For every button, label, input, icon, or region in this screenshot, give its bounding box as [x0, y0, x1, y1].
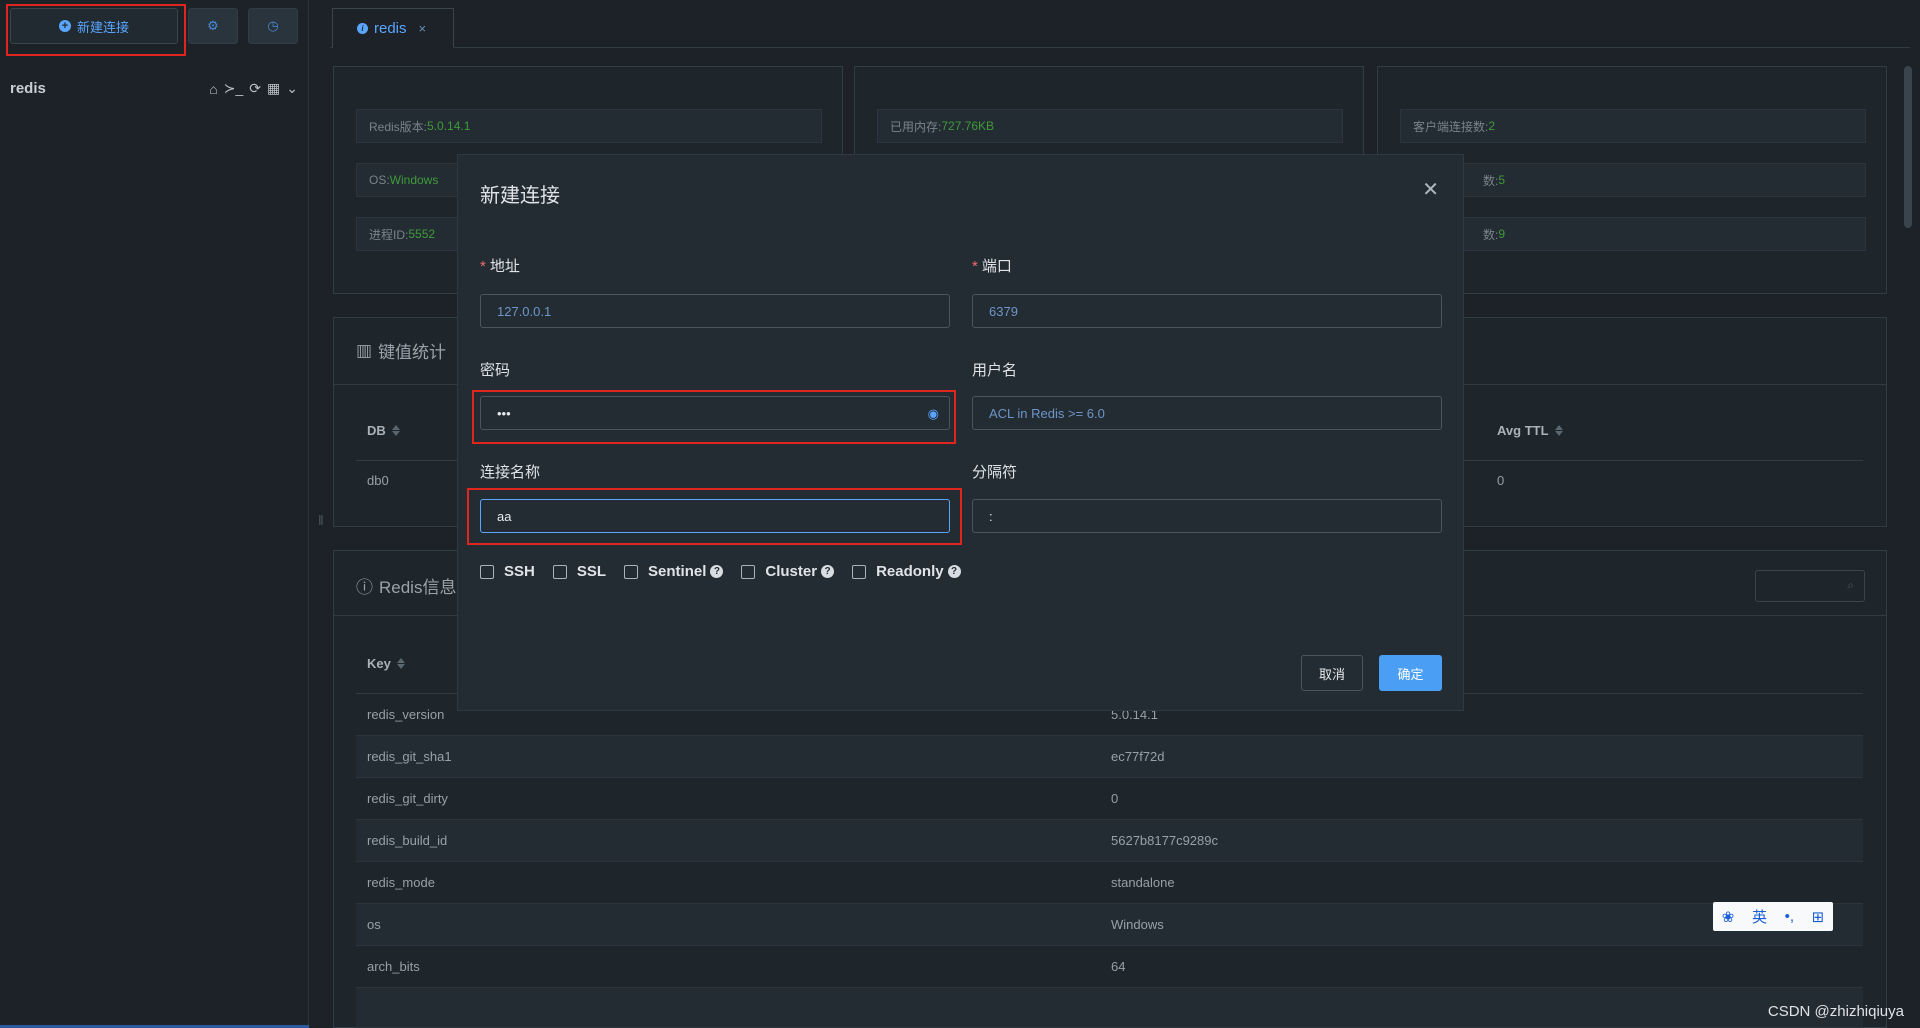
info-stat-3: 数: 9 — [1400, 217, 1866, 251]
scrollbar[interactable] — [1904, 66, 1912, 228]
help-icon[interactable]: ? — [710, 565, 724, 578]
address-label: * 地址 — [480, 258, 520, 275]
tab-bar: i redis × — [330, 8, 1910, 48]
table-row: redis_git_sha1 ec77f72d — [356, 736, 1863, 778]
table-row: redis_git_dirty 0 — [356, 778, 1863, 820]
username-input[interactable]: ACL in Redis >= 6.0 — [972, 396, 1442, 430]
tab-redis[interactable]: i redis × — [332, 8, 454, 48]
row-db: db0 — [367, 473, 389, 488]
info-icon: i — [357, 22, 368, 34]
address-input[interactable]: 127.0.0.1 — [480, 294, 950, 328]
settings-button[interactable]: ⚙ — [188, 8, 238, 44]
watermark: CSDN @zhizhiqiuya — [1767, 1003, 1904, 1020]
table-row — [356, 988, 1863, 1028]
terminal-icon[interactable]: ≻_ — [224, 80, 244, 97]
info-stat-2: 数: 5 — [1400, 163, 1866, 197]
checkbox-cluster[interactable]: Cluster? — [741, 563, 835, 580]
options-checkboxes: SSH SSL Sentinel? Cluster? Readonly? — [480, 563, 961, 580]
grid-icon[interactable]: ⊞ — [1812, 908, 1825, 926]
highlight-frame — [467, 488, 962, 545]
grid-icon[interactable]: ▦ — [267, 80, 280, 97]
ok-button[interactable]: 确定 — [1379, 655, 1442, 691]
punctuation-icon[interactable]: •, — [1785, 908, 1794, 925]
tab-label: redis — [374, 19, 407, 37]
resize-handle[interactable]: ‖ — [318, 512, 324, 528]
info-redis-version: Redis版本: 5.0.14.1 — [356, 109, 822, 143]
close-icon[interactable]: ✕ — [1422, 177, 1439, 202]
new-connection-dialog: 新建连接 ✕ * 地址 127.0.0.1 * 端口 6379 密码 ••• ◉ 用… — [457, 154, 1464, 711]
port-label: * 端口 — [972, 258, 1012, 275]
highlight-frame — [472, 390, 956, 444]
redis-info-title: ⓘ Redis信息 — [356, 573, 456, 598]
info-clients: 客户端连接数: 2 — [1400, 109, 1866, 143]
connection-name: redis — [10, 80, 46, 97]
ime-logo-icon[interactable]: ❀ — [1722, 908, 1735, 926]
table-row: redis_build_id 5627b8177c9289c — [356, 820, 1863, 862]
cancel-button[interactable]: 取消 — [1301, 655, 1363, 691]
conn-name-label: 连接名称 — [480, 464, 541, 481]
checkbox-sentinel[interactable]: Sentinel? — [624, 563, 724, 580]
password-label: 密码 — [480, 362, 511, 379]
col-key[interactable]: Key — [367, 656, 405, 671]
clock-icon: ◷ — [267, 18, 279, 33]
help-icon[interactable]: ? — [947, 565, 961, 578]
gear-icon: ⚙ — [207, 18, 219, 33]
checkbox-ssh[interactable]: SSH — [480, 563, 535, 580]
highlight-frame — [6, 4, 186, 56]
table-row: arch_bits 64 — [356, 946, 1863, 988]
sidebar: + 新建连接 ⚙ ◷ redis ⌂ ≻_ ⟳ ▦ ⌄ — [0, 0, 309, 1028]
bar-chart-icon: ▥ — [356, 340, 373, 360]
row-avg-ttl: 0 — [1497, 473, 1505, 488]
separator-label: 分隔符 — [972, 464, 1018, 481]
connection-item[interactable]: redis ⌂ ≻_ ⟳ ▦ ⌄ — [10, 80, 298, 97]
separator-input[interactable]: : — [972, 499, 1442, 533]
search-icon: ⌕ — [1847, 578, 1854, 592]
info-used-memory: 已用内存: 727.76KB — [877, 109, 1343, 143]
username-label: 用户名 — [972, 362, 1018, 379]
home-icon[interactable]: ⌂ — [209, 81, 217, 97]
dialog-title: 新建连接 — [480, 185, 560, 207]
history-button[interactable]: ◷ — [248, 8, 298, 44]
ime-toolbar[interactable]: ❀ 英 •, ⊞ — [1713, 902, 1833, 931]
port-input[interactable]: 6379 — [972, 294, 1442, 328]
checkbox-ssl[interactable]: SSL — [552, 563, 606, 580]
chevron-down-icon[interactable]: ⌄ — [286, 80, 298, 97]
help-icon[interactable]: ? — [821, 565, 835, 578]
info-circle-icon: ⓘ — [356, 578, 373, 597]
table-row: redis_mode standalone — [356, 862, 1863, 904]
checkbox-readonly[interactable]: Readonly? — [852, 563, 961, 580]
key-stats-title: ▥ 键值统计 — [356, 340, 447, 363]
refresh-icon[interactable]: ⟳ — [249, 80, 261, 97]
close-icon[interactable]: × — [419, 21, 427, 36]
col-avg-ttl[interactable]: Avg TTL — [1497, 423, 1563, 438]
ime-lang[interactable]: 英 — [1752, 906, 1767, 927]
col-db[interactable]: DB — [367, 423, 400, 438]
search-input[interactable]: ⌕ — [1755, 570, 1865, 602]
table-row: os Windows — [356, 904, 1863, 946]
